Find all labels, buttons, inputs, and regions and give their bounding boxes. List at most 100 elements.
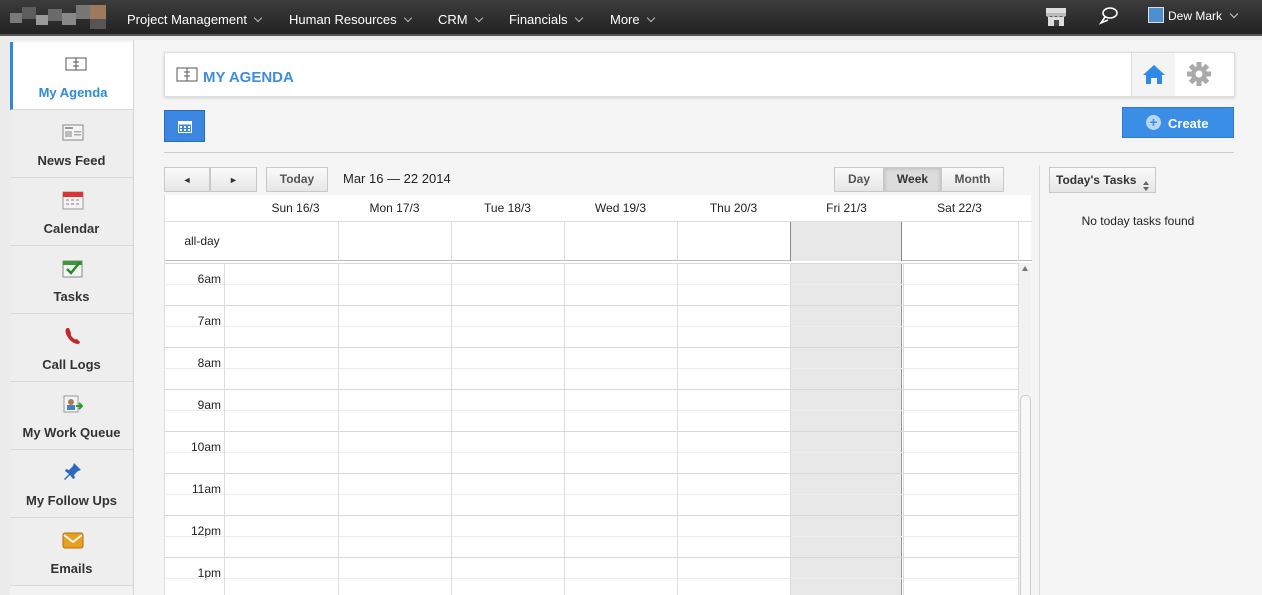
- sidebar-item-my-work-queue[interactable]: My Work Queue: [10, 382, 133, 450]
- prev-week-button[interactable]: ◄: [164, 167, 210, 192]
- day-column-divider: [451, 263, 452, 595]
- menu-crm[interactable]: CRM: [438, 0, 483, 36]
- scroll-up-icon: [1022, 266, 1028, 271]
- top-navigation-bar: Project Management Human Resources CRM F…: [0, 0, 1262, 36]
- sidebar-item-my-agenda[interactable]: My Agenda: [10, 42, 133, 110]
- day-header-mon: Mon 17/3: [369, 201, 420, 215]
- avatar: [1148, 6, 1164, 23]
- create-button[interactable]: + Create: [1122, 107, 1234, 138]
- chevron-down-icon: [574, 13, 583, 23]
- half-hour-line: [165, 368, 1018, 369]
- calendar-icon: [62, 190, 84, 210]
- plus-circle-icon: +: [1146, 115, 1161, 130]
- hour-line: [165, 347, 1018, 348]
- view-day-button[interactable]: Day: [834, 167, 884, 192]
- create-label: Create: [1168, 116, 1209, 131]
- sort-icon: [1143, 175, 1149, 191]
- hour-line: [165, 263, 1018, 264]
- menu-label: Human Resources: [289, 12, 397, 27]
- page-title: MY AGENDA: [203, 69, 294, 86]
- day-header-tue: Tue 18/3: [484, 201, 531, 215]
- hour-line: [165, 515, 1018, 516]
- day-header-sun: Sun 16/3: [271, 201, 320, 215]
- half-hour-line: [165, 410, 1018, 411]
- tasks-check-icon: [62, 258, 84, 278]
- empty-tasks-message: No today tasks found: [1081, 214, 1195, 228]
- menu-more[interactable]: More: [610, 0, 655, 36]
- chevron-down-icon: [646, 13, 655, 23]
- sidebar-item-label: Calendar: [43, 221, 100, 236]
- day-column-divider: [677, 263, 678, 595]
- menu-financials[interactable]: Financials: [509, 0, 583, 36]
- sidebar-item-label: Call Logs: [42, 357, 101, 372]
- gear-icon: [1186, 61, 1212, 90]
- sidebar-item-my-follow-ups[interactable]: My Follow Ups: [10, 450, 133, 518]
- home-icon: [1142, 63, 1166, 88]
- sidebar-item-news-feed[interactable]: News Feed: [10, 110, 133, 178]
- today-column-highlight: [790, 222, 902, 261]
- phone-icon: [62, 326, 84, 346]
- pin-icon: [62, 462, 84, 482]
- hour-line: [165, 389, 1018, 390]
- sidebar-item-call-logs[interactable]: Call Logs: [10, 314, 133, 382]
- company-logo[interactable]: [10, 3, 108, 33]
- sidebar-item-tasks[interactable]: Tasks: [10, 246, 133, 314]
- week-calendar-grid: Sun 16/3 Mon 17/3 Tue 18/3 Wed 19/3 Thu …: [164, 195, 1032, 595]
- calendar-icon: [178, 120, 192, 136]
- chevron-down-icon: [403, 13, 412, 23]
- menu-label: Project Management: [127, 12, 247, 27]
- settings-button[interactable]: [1177, 53, 1235, 96]
- page-header: MY AGENDA: [164, 52, 1235, 97]
- day-column-divider: [790, 263, 791, 595]
- hour-line: [165, 557, 1018, 558]
- allday-row: all-day: [165, 221, 1032, 261]
- work-queue-icon: [62, 394, 84, 414]
- arrow-left-icon: ◄: [182, 175, 192, 185]
- user-menu[interactable]: Dew Mark: [1148, 0, 1239, 36]
- hour-line: [165, 431, 1018, 432]
- agenda-icon: [65, 54, 87, 74]
- today-button[interactable]: Today: [266, 167, 328, 192]
- menu-project-management[interactable]: Project Management: [127, 0, 263, 36]
- envelope-icon: [62, 530, 84, 550]
- sidebar-item-label: My Agenda: [38, 85, 108, 100]
- today-column-highlight: [790, 263, 902, 595]
- todays-tasks-sort-button[interactable]: Today's Tasks: [1049, 167, 1156, 193]
- store-icon[interactable]: [1044, 5, 1068, 29]
- chevron-down-icon: [1229, 9, 1239, 19]
- scroll-thumb[interactable]: [1020, 395, 1031, 595]
- day-header-wed: Wed 19/3: [594, 201, 647, 215]
- calendar-view-button[interactable]: [164, 110, 205, 142]
- half-hour-line: [165, 452, 1018, 453]
- sidebar-item-calendar[interactable]: Calendar: [10, 178, 133, 246]
- view-week-button[interactable]: Week: [884, 167, 941, 192]
- menu-label: CRM: [438, 12, 468, 27]
- user-name: Dew Mark: [1168, 9, 1223, 23]
- day-header-fri: Fri 21/3: [826, 201, 867, 215]
- allday-label: all-day: [184, 234, 220, 248]
- chat-bubbles-icon[interactable]: [1096, 5, 1120, 29]
- menu-human-resources[interactable]: Human Resources: [289, 0, 412, 36]
- half-hour-line: [165, 284, 1018, 285]
- divider: [164, 152, 1234, 153]
- todays-tasks-panel: Today's Tasks No today tasks found: [1039, 165, 1235, 595]
- view-month-button[interactable]: Month: [941, 167, 1004, 192]
- sidebar-item-emails[interactable]: Emails: [10, 518, 133, 586]
- agenda-icon: [176, 67, 198, 83]
- chevron-down-icon: [474, 13, 483, 23]
- main-content: MY AGENDA + Create ◄ ► Today Mar 16 — 22…: [134, 40, 1262, 595]
- calendar-scrollbar[interactable]: [1018, 263, 1031, 595]
- day-header-thu: Thu 20/3: [709, 201, 758, 215]
- day-header-sat: Sat 22/3: [937, 201, 982, 215]
- hour-line: [165, 305, 1018, 306]
- day-column-divider: [224, 263, 225, 595]
- half-hour-line: [165, 578, 1018, 579]
- menu-label: Financials: [509, 12, 568, 27]
- sidebar-item-label: My Follow Ups: [26, 493, 117, 508]
- home-button[interactable]: [1131, 53, 1175, 96]
- todays-tasks-label: Today's Tasks: [1056, 173, 1137, 187]
- next-week-button[interactable]: ►: [210, 167, 257, 192]
- sidebar: My Agenda News Feed Calendar Tasks Call …: [10, 40, 134, 595]
- newspaper-icon: [62, 122, 84, 142]
- day-column-divider: [564, 263, 565, 595]
